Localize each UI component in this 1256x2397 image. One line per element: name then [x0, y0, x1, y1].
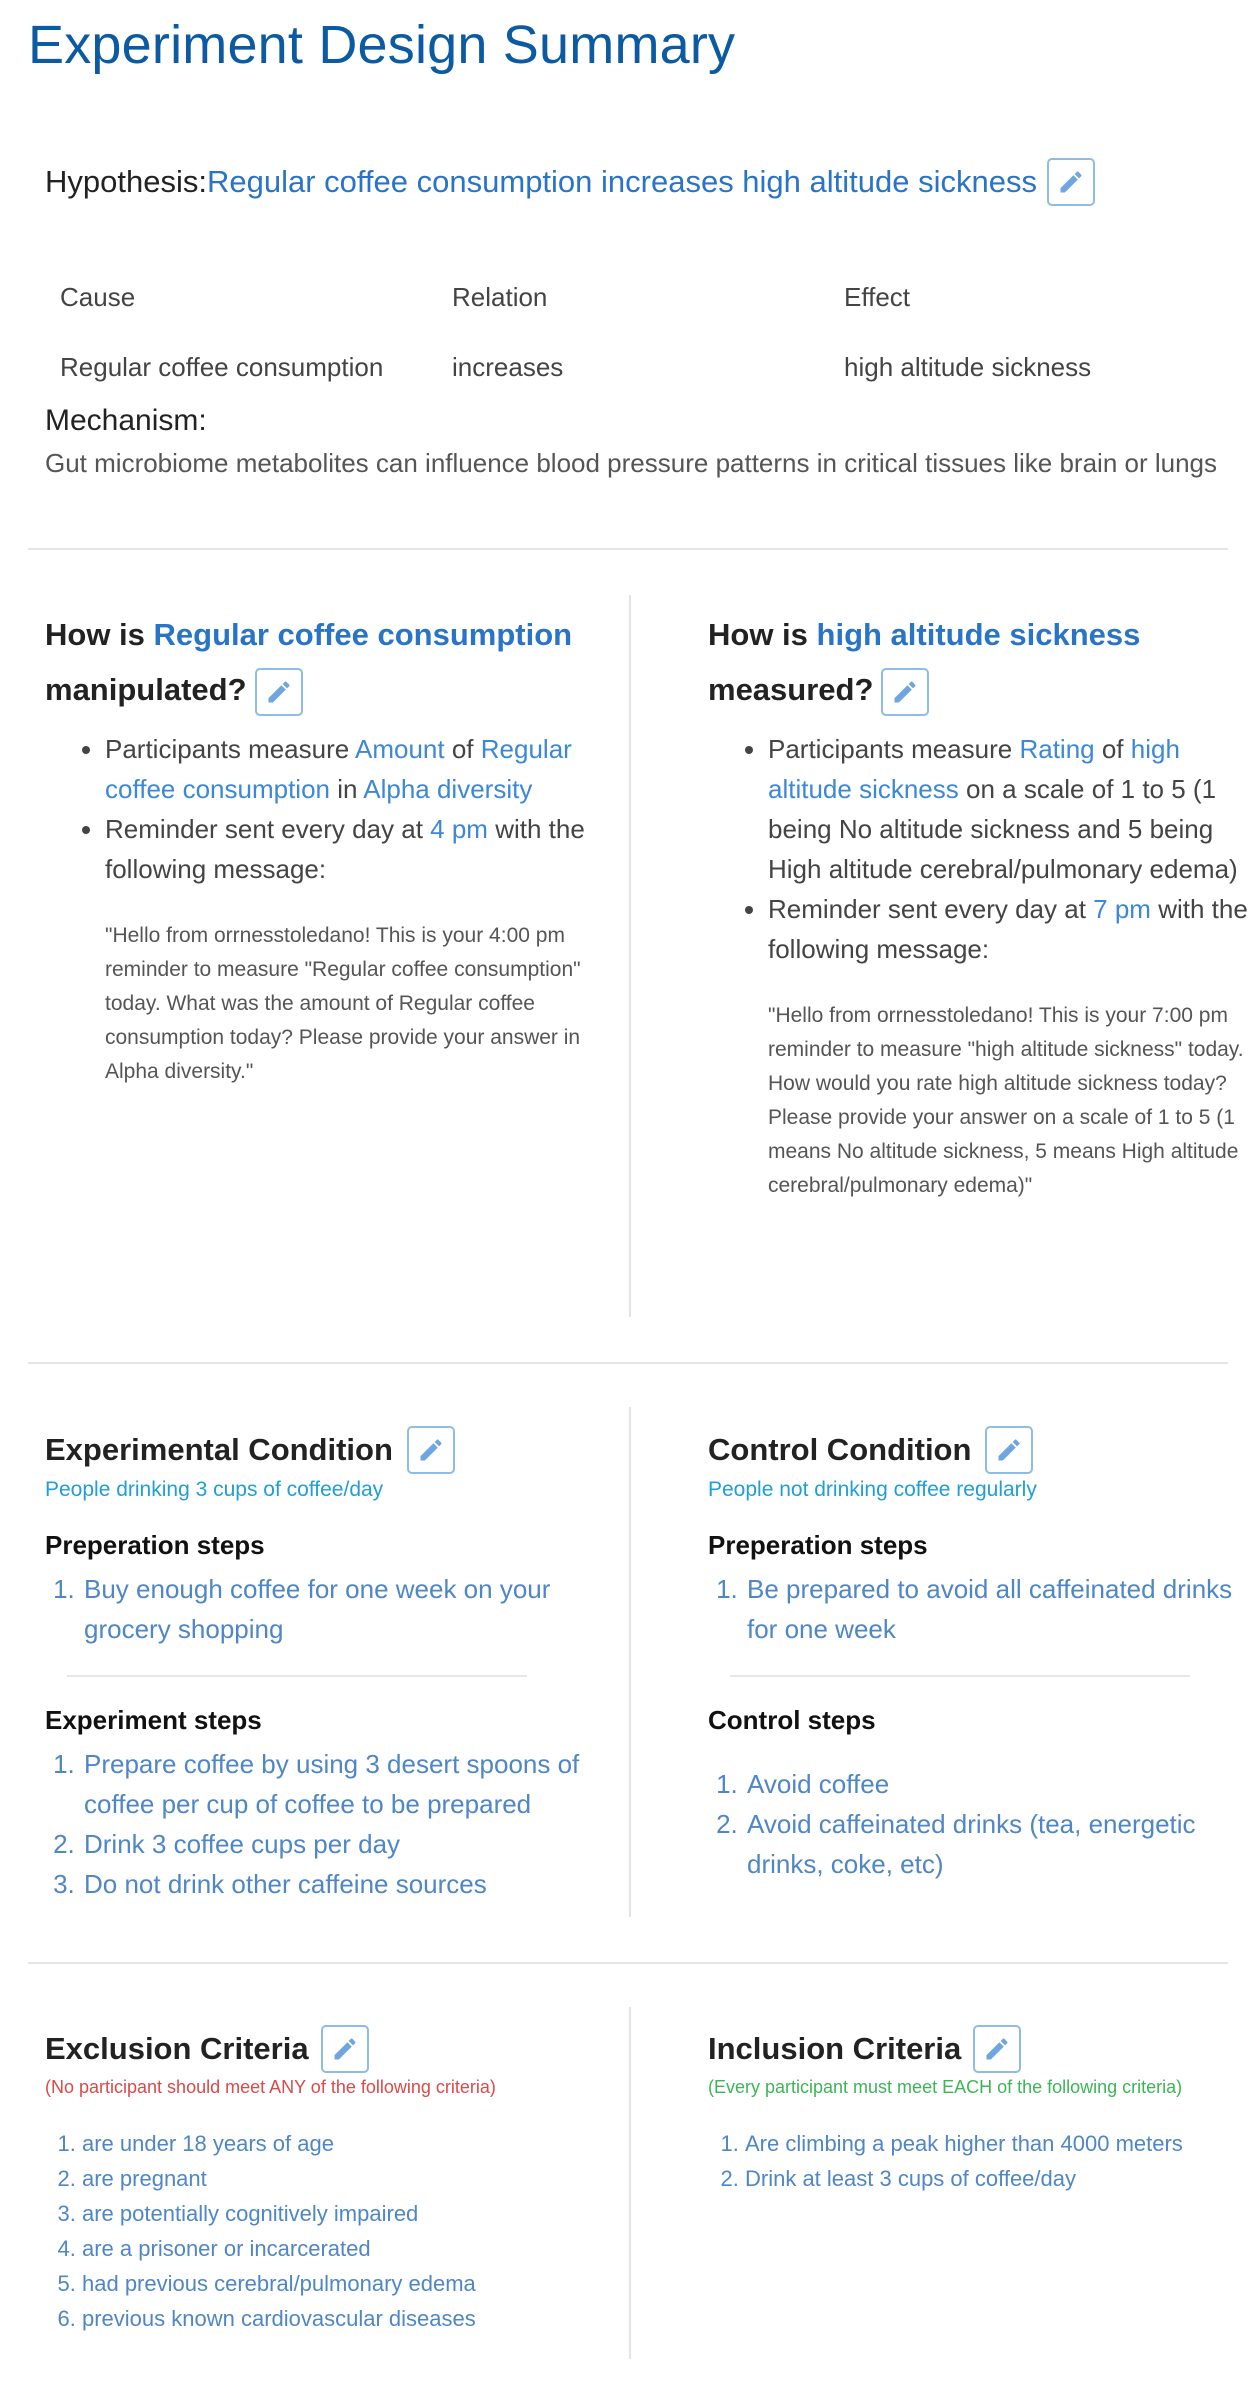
column-divider — [629, 2007, 631, 2359]
preparation-steps-list: Buy enough coffee for one week on your g… — [45, 1569, 605, 1649]
mechanism-text: Gut microbiome metabolites can influence… — [45, 448, 1218, 478]
hypothesis-text: Regular coffee consumption increases hig… — [206, 164, 1037, 199]
reminder-message: "Hello from orrnesstoledano! This is you… — [105, 924, 581, 1083]
inclusion-criteria-section: Inclusion Criteria (Every participant mu… — [708, 2025, 1256, 2196]
exclusion-criteria-section: Exclusion Criteria (No participant shoul… — [45, 2025, 605, 2336]
exclusion-criteria-title: Exclusion Criteria — [45, 2025, 605, 2073]
list-item: Drink 3 coffee cups per day — [82, 1824, 605, 1864]
exclusion-criteria-list: are under 18 years of age are pregnant a… — [45, 2126, 605, 2336]
list-item: Reminder sent every day at 7 pm with the… — [768, 889, 1256, 969]
inclusion-criteria-list: Are climbing a peak higher than 4000 met… — [708, 2126, 1256, 2196]
pencil-icon — [986, 2038, 1008, 2060]
column-divider — [629, 1407, 631, 1917]
page-title: Experiment Design Summary — [28, 15, 736, 75]
control-condition-subtitle: People not drinking coffee regularly — [708, 1478, 1037, 1501]
list-item: Drink at least 3 cups of coffee/day — [745, 2161, 1256, 2196]
table-header-row: Cause Relation Effect — [60, 262, 1210, 332]
column-divider — [629, 595, 631, 1317]
reminder-message: "Hello from orrnesstoledano! This is you… — [768, 1004, 1244, 1197]
relation-value: increases — [452, 351, 564, 382]
preparation-steps-list: Be prepared to avoid all caffeinated dri… — [708, 1569, 1256, 1649]
list-item: previous known cardiovascular diseases — [82, 2301, 605, 2336]
measurement-section: How is high altitude sicknessmeasured? P… — [708, 607, 1256, 1203]
control-steps-list: Avoid coffee Avoid caffeinated drinks (t… — [708, 1764, 1256, 1884]
effect-value: high altitude sickness — [844, 351, 1092, 382]
manipulation-heading: How is Regular coffee consumption manipul… — [45, 607, 605, 717]
experiment-summary-page: Experiment Design Summary Hypothesis: Re… — [0, 0, 1256, 2397]
measurement-details: Participants measure Rating of high alti… — [708, 729, 1256, 969]
pencil-icon — [268, 681, 290, 703]
control-condition-section: Control Condition People not drinking co… — [708, 1426, 1256, 1884]
cause-value: Regular coffee consumption — [60, 351, 384, 382]
relation-header: Relation — [452, 281, 548, 312]
mechanism-label: Mechanism: — [45, 404, 207, 437]
measured-variable: high altitude sickness — [816, 617, 1141, 652]
effect-header: Effect — [844, 281, 911, 312]
list-item: Are climbing a peak higher than 4000 met… — [745, 2126, 1256, 2161]
experimental-condition-section: Experimental Condition People drinking 3… — [45, 1426, 605, 1904]
manipulation-details: Participants measure Amount of Regular c… — [45, 729, 605, 889]
list-item: are under 18 years of age — [82, 2126, 605, 2161]
pencil-icon — [334, 2038, 356, 2060]
pencil-icon — [894, 681, 916, 703]
pencil-icon — [420, 1439, 442, 1461]
list-item: Reminder sent every day at 4 pm with the… — [105, 809, 605, 889]
experimental-condition-title: Experimental Condition — [45, 1426, 605, 1474]
measurement-heading: How is high altitude sickness measured? — [708, 607, 1256, 717]
cause-relation-effect-table: Cause Relation Effect Regular coffee con… — [60, 262, 1210, 402]
edit-control-condition-button[interactable] — [985, 1426, 1034, 1474]
divider — [28, 548, 1228, 550]
edit-inclusion-criteria-button[interactable] — [973, 2025, 1022, 2073]
experiment-steps-title: Experiment steps — [45, 1705, 262, 1735]
pencil-icon — [1060, 171, 1082, 193]
control-steps-title: Control steps — [708, 1705, 876, 1735]
list-item: are a prisoner or incarcerated — [82, 2231, 605, 2266]
inclusion-criteria-subtitle: (Every participant must meet EACH of the… — [708, 2077, 1183, 2097]
preparation-steps-title: Preperation steps — [708, 1530, 928, 1560]
divider — [28, 1362, 1228, 1364]
list-item: Avoid coffee — [745, 1764, 1256, 1804]
experimental-condition-subtitle: People drinking 3 cups of coffee/day — [45, 1478, 384, 1501]
preparation-steps-title: Preperation steps — [45, 1530, 265, 1560]
list-item: Buy enough coffee for one week on your g… — [82, 1569, 605, 1649]
exclusion-criteria-subtitle: (No participant should meet ANY of the f… — [45, 2077, 496, 2097]
edit-exclusion-criteria-button[interactable] — [320, 2025, 369, 2073]
control-condition-title: Control Condition — [708, 1426, 1256, 1474]
divider — [67, 1675, 527, 1677]
inclusion-criteria-title: Inclusion Criteria — [708, 2025, 1256, 2073]
list-item: Be prepared to avoid all caffeinated dri… — [745, 1569, 1256, 1649]
cause-header: Cause — [60, 281, 136, 312]
manipulation-section: How is Regular coffee consumption manipul… — [45, 607, 605, 1089]
table-row: Regular coffee consumption increases hig… — [60, 332, 1210, 402]
list-item: Prepare coffee by using 3 desert spoons … — [82, 1744, 605, 1824]
list-item: are potentially cognitively impaired — [82, 2196, 605, 2231]
list-item: Do not drink other caffeine sources — [82, 1864, 605, 1904]
pencil-icon — [998, 1439, 1020, 1461]
list-item: Participants measure Amount of Regular c… — [105, 729, 605, 809]
edit-experimental-condition-button[interactable] — [406, 1426, 455, 1474]
hypothesis: Hypothesis: Regular coffee consumption i… — [45, 158, 1095, 206]
divider — [730, 1675, 1190, 1677]
edit-hypothesis-button[interactable] — [1046, 158, 1095, 206]
edit-manipulation-button[interactable] — [254, 667, 303, 716]
list-item: Participants measure Rating of high alti… — [768, 729, 1256, 889]
list-item: Avoid caffeinated drinks (tea, energetic… — [745, 1804, 1256, 1884]
list-item: had previous cerebral/pulmonary edema — [82, 2266, 605, 2301]
hypothesis-label: Hypothesis: — [45, 164, 207, 199]
divider — [28, 1962, 1228, 1964]
edit-measurement-button[interactable] — [881, 667, 930, 716]
experiment-steps-list: Prepare coffee by using 3 desert spoons … — [45, 1744, 605, 1904]
manipulated-variable: Regular coffee consumption — [153, 617, 573, 652]
list-item: are pregnant — [82, 2161, 605, 2196]
